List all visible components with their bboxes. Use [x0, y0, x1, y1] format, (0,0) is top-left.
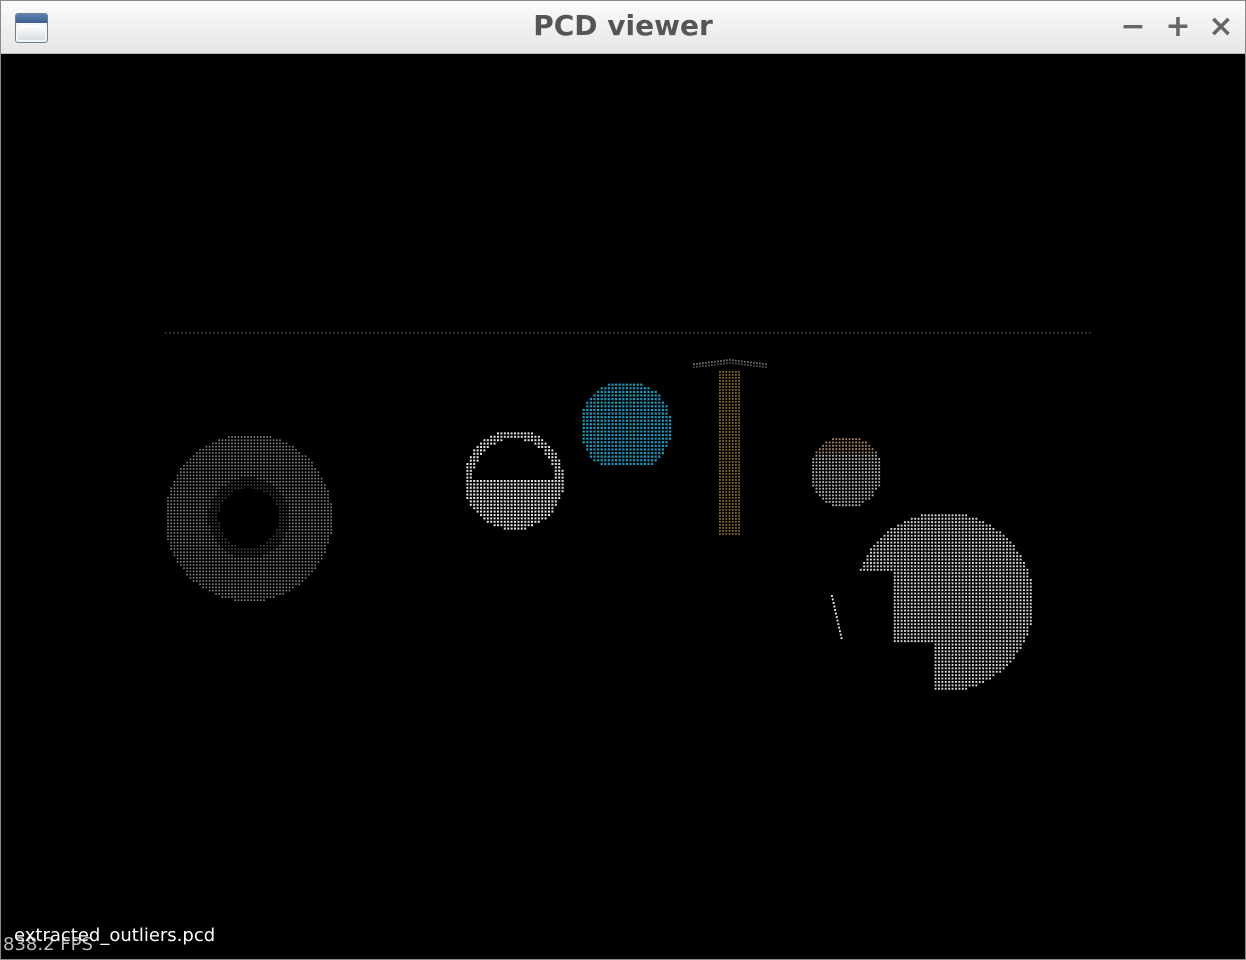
point-cloud-viewport[interactable]: 838.2 FPS extracted_outliers.pcd — [3, 55, 1245, 959]
hammer-point-cluster — [693, 359, 767, 535]
cloud-filename-label: extracted_outliers.pcd — [14, 925, 216, 946]
torus-point-cluster — [167, 436, 332, 601]
point-cloud-canvas — [165, 332, 1091, 690]
small-sphere-point-cluster — [466, 432, 564, 530]
cyan-cap-point-cluster — [582, 383, 672, 465]
tinted-sphere-point-cluster — [812, 438, 881, 507]
window-title: PCD viewer — [533, 9, 713, 42]
large-sphere-point-cluster — [831, 514, 1032, 690]
pcd-viewer-window: PCD viewer − + × 838.2 FPS extracted_out… — [0, 0, 1246, 960]
horizon-line — [165, 332, 1091, 334]
title-bar[interactable]: PCD viewer − + × — [1, 1, 1245, 54]
minus-icon[interactable]: − — [1117, 11, 1149, 43]
close-icon[interactable]: × — [1205, 11, 1237, 43]
plus-icon[interactable]: + — [1162, 11, 1194, 43]
